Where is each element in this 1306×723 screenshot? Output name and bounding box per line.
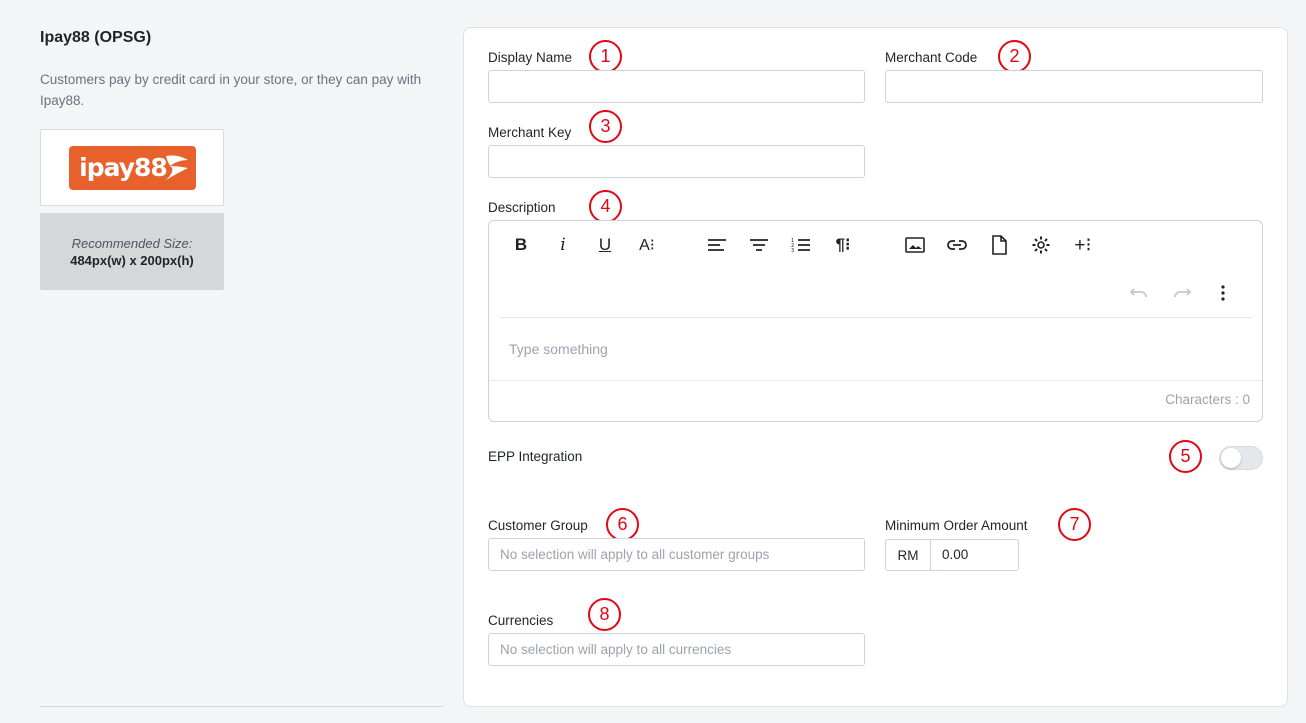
insert-more-button[interactable]: +⁝ bbox=[1069, 231, 1097, 259]
redo-icon[interactable] bbox=[1168, 279, 1196, 307]
recommended-size-value: 484px(w) x 200px(h) bbox=[70, 252, 194, 268]
gear-icon[interactable] bbox=[1027, 231, 1055, 259]
minimum-order-amount-input[interactable]: 0.00 bbox=[930, 539, 1019, 571]
description-editor: B i U A⁝ 123 ¶⁝ +⁝ Type something Charac… bbox=[488, 220, 1263, 422]
customer-group-select[interactable] bbox=[488, 538, 865, 571]
more-options-icon[interactable] bbox=[1209, 279, 1237, 307]
marker-3: 3 bbox=[589, 110, 622, 143]
editor-footer-divider bbox=[489, 380, 1262, 381]
numbered-list-icon[interactable]: 123 bbox=[787, 231, 815, 259]
undo-icon[interactable] bbox=[1125, 279, 1153, 307]
currencies-label: Currencies bbox=[488, 613, 554, 628]
marker-7: 7 bbox=[1058, 508, 1091, 541]
customer-group-label: Customer Group bbox=[488, 518, 588, 533]
align-center-icon[interactable] bbox=[745, 231, 773, 259]
marker-8: 8 bbox=[588, 598, 621, 631]
display-name-input[interactable] bbox=[488, 70, 865, 103]
settings-form-card: Display Name 1 Merchant Code 2 Merchant … bbox=[463, 27, 1288, 707]
divider bbox=[40, 706, 443, 707]
description-label: Description bbox=[488, 200, 556, 215]
align-left-icon[interactable] bbox=[703, 231, 731, 259]
logo-swoosh-icon bbox=[165, 155, 188, 180]
recommended-size-label: Recommended Size: bbox=[71, 235, 193, 251]
underline-button[interactable]: U bbox=[591, 231, 619, 259]
bold-button[interactable]: B bbox=[507, 231, 535, 259]
display-name-label: Display Name bbox=[488, 50, 573, 65]
paragraph-format-button[interactable]: ¶⁝ bbox=[829, 231, 857, 259]
logo-preview[interactable]: ipay88 bbox=[40, 129, 224, 206]
toggle-knob bbox=[1221, 448, 1241, 468]
font-size-button[interactable]: A⁝ bbox=[633, 231, 661, 259]
currency-prefix: RM bbox=[885, 539, 930, 571]
character-count: Characters : 0 bbox=[1165, 392, 1250, 407]
epp-integration-label: EPP Integration bbox=[488, 449, 583, 464]
epp-integration-toggle[interactable] bbox=[1219, 446, 1263, 470]
payment-method-info: Ipay88 (OPSG) Customers pay by credit ca… bbox=[40, 0, 443, 723]
merchant-key-input[interactable] bbox=[488, 145, 865, 178]
merchant-code-label: Merchant Code bbox=[885, 50, 978, 65]
description-textarea[interactable]: Type something bbox=[509, 341, 608, 357]
italic-button[interactable]: i bbox=[549, 231, 577, 259]
payment-method-description: Customers pay by credit card in your sto… bbox=[40, 72, 422, 108]
logo-upload-area[interactable]: Recommended Size: 484px(w) x 200px(h) bbox=[40, 213, 224, 290]
marker-5: 5 bbox=[1169, 440, 1202, 473]
marker-6: 6 bbox=[606, 508, 639, 541]
merchant-key-label: Merchant Key bbox=[488, 125, 572, 140]
marker-2: 2 bbox=[998, 40, 1031, 73]
insert-image-icon[interactable] bbox=[901, 231, 929, 259]
toolbar-divider bbox=[499, 317, 1252, 318]
marker-1: 1 bbox=[589, 40, 622, 73]
merchant-code-input[interactable] bbox=[885, 70, 1263, 103]
payment-method-title: Ipay88 (OPSG) bbox=[40, 29, 152, 46]
logo-text: ipay88 bbox=[79, 153, 168, 182]
insert-link-icon[interactable] bbox=[943, 231, 971, 259]
insert-file-icon[interactable] bbox=[985, 231, 1013, 259]
marker-4: 4 bbox=[589, 190, 622, 223]
minimum-order-amount-label: Minimum Order Amount bbox=[885, 518, 1028, 533]
ipay88-logo: ipay88 bbox=[68, 145, 196, 190]
currencies-select[interactable] bbox=[488, 633, 865, 666]
svg-text:3: 3 bbox=[791, 248, 794, 253]
